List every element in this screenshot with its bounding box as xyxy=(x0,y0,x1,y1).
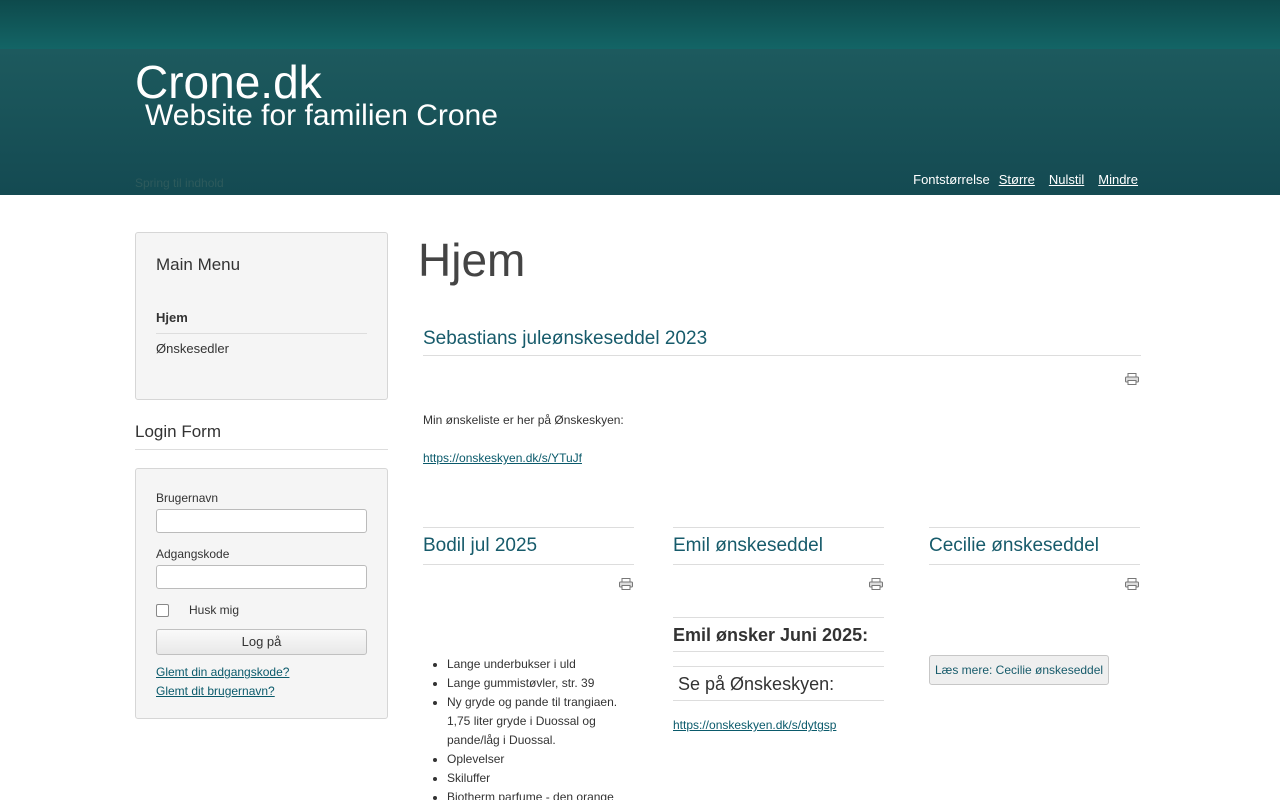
menu-item-onskesedler[interactable]: Ønskesedler xyxy=(156,334,367,363)
remember-me-label: Husk mig xyxy=(189,603,240,617)
list-item: Skiluffer xyxy=(447,769,634,788)
article-bodil: Bodil jul 2025 xyxy=(423,527,634,565)
article-emil: Emil ønskeseddel xyxy=(673,527,884,565)
login-form-title: Login Form xyxy=(135,422,388,450)
top-bar xyxy=(0,0,1280,50)
forgot-password-link[interactable]: Glemt din adgangskode? xyxy=(156,663,367,682)
divider xyxy=(673,651,884,652)
font-smaller-link[interactable]: Mindre xyxy=(1098,172,1138,187)
article-cecilie: Cecilie ønskeseddel xyxy=(929,527,1140,565)
article-title-emil[interactable]: Emil ønskeseddel xyxy=(673,528,884,565)
emil-heading: Emil ønsker Juni 2025: xyxy=(673,625,869,645)
featured-link[interactable]: https://onskeskyen.dk/s/YTuJf xyxy=(423,451,582,465)
printer-icon[interactable] xyxy=(869,578,883,590)
forgot-username-link[interactable]: Glemt dit brugernavn? xyxy=(156,682,367,701)
font-size-controls: Fontstørrelse Større Nulstil Mindre xyxy=(913,172,1138,187)
font-bigger-link[interactable]: Større xyxy=(999,172,1035,187)
article-title-cecilie[interactable]: Cecilie ønskeseddel xyxy=(929,528,1140,565)
username-label: Brugernavn xyxy=(156,491,219,505)
remember-me-row: Husk mig xyxy=(156,603,367,617)
menu-item-hjem[interactable]: Hjem xyxy=(156,303,367,334)
list-item: Lange underbukser i uld xyxy=(447,655,634,674)
main-menu: Main Menu Hjem Ønskesedler xyxy=(135,232,388,400)
remember-me-checkbox[interactable] xyxy=(156,603,169,617)
page-title: Hjem xyxy=(418,234,526,286)
login-form: Brugernavn Adgangskode Husk mig Log på G… xyxy=(135,468,388,719)
main-content: Hjem Sebastians juleønskeseddel 2023 Min… xyxy=(418,232,1141,800)
main-menu-title: Main Menu xyxy=(156,255,241,274)
font-reset-link[interactable]: Nulstil xyxy=(1049,172,1084,187)
divider xyxy=(673,700,884,701)
emil-subheading: Se på Ønskeskyen: xyxy=(678,674,835,694)
username-field[interactable] xyxy=(156,509,367,533)
password-label: Adgangskode xyxy=(156,547,230,561)
skip-to-content-link[interactable]: Spring til indhold xyxy=(135,176,224,190)
read-more-button[interactable]: Læs mere: Cecilie ønskeseddel xyxy=(929,655,1110,685)
font-size-label: Fontstørrelse xyxy=(913,172,990,187)
featured-article-title[interactable]: Sebastians juleønskeseddel 2023 xyxy=(423,328,707,350)
printer-icon[interactable] xyxy=(619,578,633,590)
printer-icon[interactable] xyxy=(1125,578,1139,590)
featured-text: Min ønskeliste er her på Ønskeskyen: xyxy=(423,413,624,427)
list-item: Biotherm parfume - den orange xyxy=(447,788,634,800)
password-field[interactable] xyxy=(156,565,367,589)
sidebar: Main Menu Hjem Ønskesedler Login Form Br… xyxy=(135,232,388,719)
divider xyxy=(423,355,1141,356)
emil-link[interactable]: https://onskeskyen.dk/s/dytgsp xyxy=(673,718,836,732)
site-subtitle: Website for familien Crone xyxy=(145,99,498,132)
article-title-bodil[interactable]: Bodil jul 2025 xyxy=(423,528,634,565)
printer-icon[interactable] xyxy=(1125,373,1139,385)
divider xyxy=(673,666,884,667)
login-button[interactable]: Log på xyxy=(156,629,367,655)
list-item: Oplevelser xyxy=(447,750,634,769)
list-item: Lange gummistøvler, str. 39 xyxy=(447,674,634,693)
divider xyxy=(673,617,884,618)
list-item: Ny gryde og pande til trangiaen. 1,75 li… xyxy=(447,693,634,750)
bodil-wish-list: Lange underbukser i uld Lange gummistøvl… xyxy=(423,655,634,800)
